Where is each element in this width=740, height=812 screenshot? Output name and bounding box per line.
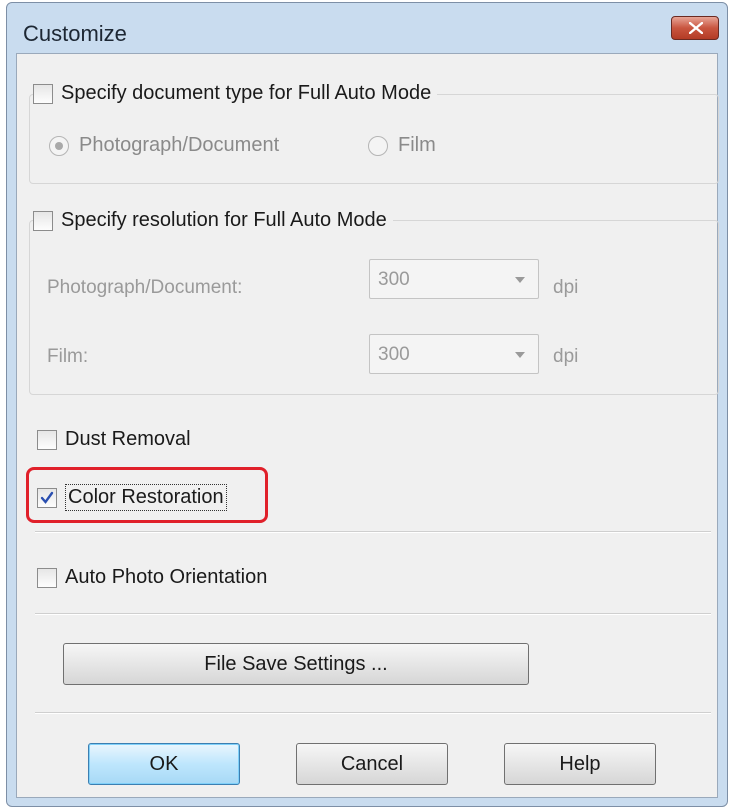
separator <box>35 613 711 615</box>
resolution-checkbox[interactable] <box>33 210 53 231</box>
dust-removal-row[interactable]: Dust Removal <box>37 428 197 451</box>
title-bar[interactable]: Customize <box>7 3 727 53</box>
dialog-title: Customize <box>23 21 127 46</box>
photo-resolution-select[interactable]: 300 <box>369 259 539 299</box>
radio-film-label: Film <box>398 134 436 156</box>
chevron-down-icon <box>515 352 525 358</box>
file-save-settings-button[interactable]: File Save Settings ... <box>63 643 529 685</box>
checkmark-icon <box>40 491 54 504</box>
auto-photo-orientation-checkbox[interactable] <box>37 567 57 588</box>
customize-dialog: Customize Specify document type for Full… <box>6 2 728 807</box>
film-resolution-value: 300 <box>378 344 410 365</box>
resolution-checkbox-label: Specify resolution for Full Auto Mode <box>61 209 387 231</box>
ok-button[interactable]: OK <box>88 743 240 785</box>
radio-photograph-document-label: Photograph/Document <box>79 134 280 156</box>
film-resolution-select[interactable]: 300 <box>369 334 539 374</box>
resolution-checkbox-row[interactable]: Specify resolution for Full Auto Mode <box>33 209 393 232</box>
film-resolution-label: Film: <box>47 346 89 367</box>
close-button[interactable] <box>671 16 719 40</box>
radio-photograph-document[interactable]: Photograph/Document <box>49 134 279 157</box>
doc-type-checkbox-row[interactable]: Specify document type for Full Auto Mode <box>33 82 438 105</box>
separator <box>35 531 711 533</box>
close-icon <box>689 22 703 34</box>
cancel-button[interactable]: Cancel <box>296 743 448 785</box>
dialog-content: Specify document type for Full Auto Mode… <box>16 53 719 798</box>
radio-photograph-document-dot[interactable] <box>49 135 69 156</box>
photo-resolution-unit: dpi <box>553 277 579 298</box>
doc-type-checkbox[interactable] <box>33 83 53 104</box>
doc-type-checkbox-label: Specify document type for Full Auto Mode <box>61 82 432 104</box>
photo-resolution-label: Photograph/Document: <box>47 277 243 298</box>
auto-photo-orientation-label: Auto Photo Orientation <box>65 566 268 588</box>
auto-photo-orientation-row[interactable]: Auto Photo Orientation <box>37 566 274 589</box>
dust-removal-checkbox[interactable] <box>37 429 57 450</box>
help-button[interactable]: Help <box>504 743 656 785</box>
color-restoration-label: Color Restoration <box>65 484 227 511</box>
separator <box>35 712 711 714</box>
chevron-down-icon <box>515 277 525 283</box>
film-resolution-unit: dpi <box>553 346 579 367</box>
dust-removal-label: Dust Removal <box>65 428 191 450</box>
color-restoration-row[interactable]: Color Restoration <box>37 484 233 511</box>
radio-film[interactable]: Film <box>368 134 436 157</box>
color-restoration-checkbox[interactable] <box>37 487 57 508</box>
photo-resolution-value: 300 <box>378 269 410 290</box>
radio-film-dot[interactable] <box>368 135 388 156</box>
